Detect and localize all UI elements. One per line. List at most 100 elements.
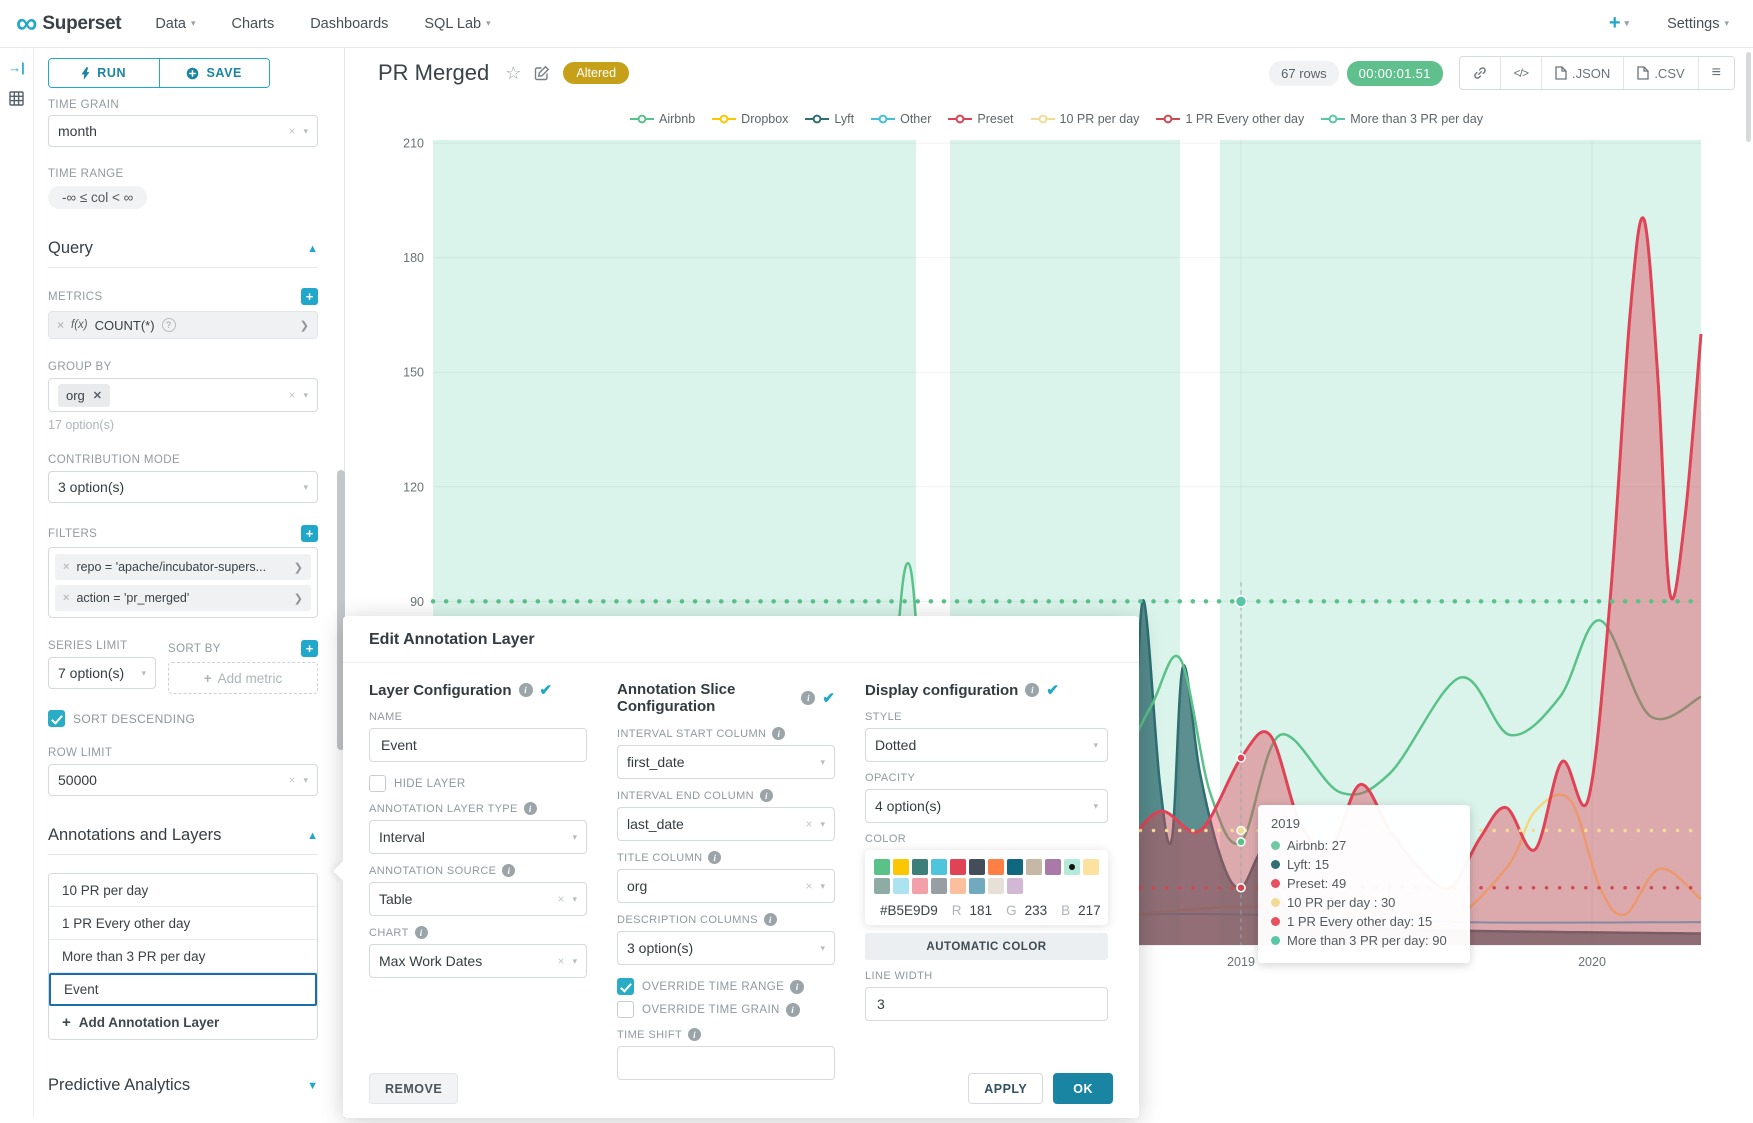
legend-item[interactable]: Preset bbox=[948, 112, 1013, 126]
annotation-layer-item[interactable]: More than 3 PR per day bbox=[49, 940, 317, 973]
hide-layer-checkbox[interactable] bbox=[369, 775, 386, 792]
chevron-right-icon[interactable]: ❯ bbox=[300, 319, 309, 332]
favorite-star-icon[interactable]: ☆ bbox=[505, 63, 521, 84]
annotation-source-select[interactable]: Table × ▾ bbox=[369, 882, 587, 916]
new-button[interactable]: + ▾ bbox=[1609, 12, 1629, 35]
legend-item[interactable]: Airbnb bbox=[630, 112, 695, 126]
override-time-range-checkbox[interactable] bbox=[617, 978, 634, 995]
export-json-button[interactable]: .JSON bbox=[1541, 57, 1623, 89]
filter-pill[interactable]: ×repo = 'apache/incubator-supers...❯ bbox=[55, 554, 311, 580]
chart-select[interactable]: Max Work Dates × ▾ bbox=[369, 944, 587, 978]
color-swatch[interactable] bbox=[874, 859, 890, 875]
clear-icon[interactable]: × bbox=[288, 124, 295, 138]
chevron-right-icon[interactable]: ❯ bbox=[294, 592, 303, 605]
legend-item[interactable]: More than 3 PR per day bbox=[1321, 112, 1483, 126]
style-select[interactable]: Dotted ▾ bbox=[865, 728, 1108, 762]
name-input[interactable] bbox=[369, 728, 587, 762]
chevron-right-icon[interactable]: ❯ bbox=[294, 561, 303, 574]
time-range-pill[interactable]: -∞ ≤ col < ∞ bbox=[48, 186, 147, 209]
clear-icon[interactable]: × bbox=[288, 773, 295, 787]
chevron-up-icon[interactable]: ▲ bbox=[307, 830, 318, 842]
color-swatch[interactable] bbox=[950, 859, 966, 875]
remove-tag-icon[interactable]: ✕ bbox=[93, 389, 102, 402]
chevron-up-icon[interactable]: ▲ bbox=[307, 243, 318, 255]
legend-item[interactable]: Lyft bbox=[805, 112, 854, 126]
override-time-grain-checkbox[interactable] bbox=[617, 1001, 634, 1018]
color-swatch[interactable] bbox=[1083, 859, 1099, 875]
color-swatch[interactable] bbox=[969, 859, 985, 875]
row-limit-select[interactable]: 50000 × ▾ bbox=[48, 764, 318, 796]
color-swatch[interactable] bbox=[969, 878, 985, 894]
color-swatch[interactable] bbox=[931, 859, 947, 875]
embed-code-button[interactable]: </> bbox=[1500, 57, 1541, 89]
ok-button[interactable]: OK bbox=[1053, 1073, 1113, 1104]
filter-pill[interactable]: ×action = 'pr_merged'❯ bbox=[55, 585, 311, 611]
run-button[interactable]: RUN bbox=[49, 59, 159, 87]
color-swatch[interactable] bbox=[988, 859, 1004, 875]
add-annotation-layer-button[interactable]: +Add Annotation Layer bbox=[49, 1006, 317, 1039]
legend-item[interactable]: Dropbox bbox=[712, 112, 788, 126]
color-swatch[interactable] bbox=[1064, 859, 1080, 875]
color-swatch[interactable] bbox=[988, 878, 1004, 894]
color-swatch[interactable] bbox=[874, 878, 890, 894]
legend-item[interactable]: Other bbox=[871, 112, 931, 126]
remove-icon[interactable]: × bbox=[57, 318, 64, 332]
remove-icon[interactable]: × bbox=[63, 561, 69, 573]
group-by-select[interactable]: org✕ × ▾ bbox=[48, 378, 318, 412]
interval-end-select[interactable]: last_date × ▾ bbox=[617, 807, 835, 841]
annotation-layer-type-select[interactable]: Interval ▾ bbox=[369, 820, 587, 854]
color-swatch[interactable] bbox=[1045, 859, 1061, 875]
title-column-select[interactable]: org × ▾ bbox=[617, 869, 835, 903]
nav-item-dashboards[interactable]: Dashboards bbox=[310, 16, 388, 32]
color-swatch[interactable] bbox=[912, 859, 928, 875]
color-swatch[interactable] bbox=[1007, 859, 1023, 875]
copy-link-button[interactable] bbox=[1460, 57, 1500, 89]
remove-button[interactable]: REMOVE bbox=[369, 1073, 458, 1104]
hex-value[interactable]: #B5E9D9 bbox=[880, 903, 938, 918]
clear-icon[interactable]: × bbox=[805, 817, 812, 831]
collapse-panel-icon[interactable]: →| bbox=[8, 60, 25, 75]
sort-descending-checkbox[interactable] bbox=[48, 710, 65, 727]
description-columns-select[interactable]: 3 option(s) ▾ bbox=[617, 931, 835, 965]
datasource-grid-icon[interactable] bbox=[9, 91, 24, 106]
edit-properties-icon[interactable] bbox=[534, 65, 550, 81]
more-options-button[interactable]: ≡ bbox=[1698, 57, 1734, 89]
save-button[interactable]: SAVE bbox=[159, 59, 270, 87]
color-swatch[interactable] bbox=[1007, 878, 1023, 894]
sort-by-add-metric[interactable]: +Add metric bbox=[168, 662, 318, 694]
remove-icon[interactable]: × bbox=[63, 592, 69, 604]
metric-pill[interactable]: × f(x) COUNT(*) ? ❯ bbox=[48, 311, 318, 339]
color-swatch[interactable] bbox=[893, 859, 909, 875]
contribution-mode-select[interactable]: 3 option(s) ▾ bbox=[48, 471, 318, 503]
annotation-layer-item[interactable]: 1 PR Every other day bbox=[49, 907, 317, 940]
series-limit-select[interactable]: 7 option(s) ▾ bbox=[48, 657, 156, 689]
clear-icon[interactable]: × bbox=[288, 388, 295, 402]
time-grain-select[interactable]: month × ▾ bbox=[48, 115, 318, 147]
color-swatch[interactable] bbox=[912, 878, 928, 894]
clear-icon[interactable]: × bbox=[805, 879, 812, 893]
superset-logo[interactable]: ∞ Superset bbox=[16, 9, 121, 39]
color-swatch[interactable] bbox=[893, 878, 909, 894]
color-swatch[interactable] bbox=[931, 878, 947, 894]
line-width-input[interactable] bbox=[865, 987, 1108, 1021]
annotation-layer-item[interactable]: Event bbox=[49, 973, 317, 1006]
chevron-down-icon[interactable]: ▼ bbox=[307, 1080, 318, 1092]
color-swatch[interactable] bbox=[1026, 859, 1042, 875]
window-scrollbar[interactable] bbox=[1746, 52, 1751, 142]
apply-button[interactable]: APPLY bbox=[968, 1073, 1043, 1104]
altered-badge[interactable]: Altered bbox=[563, 62, 629, 84]
nav-item-sql-lab[interactable]: SQL Lab▾ bbox=[424, 16, 490, 32]
export-csv-button[interactable]: .CSV bbox=[1623, 57, 1697, 89]
group-by-tag[interactable]: org✕ bbox=[58, 384, 110, 407]
g-value[interactable]: 233 bbox=[1025, 903, 1048, 918]
r-value[interactable]: 181 bbox=[970, 903, 993, 918]
b-value[interactable]: 217 bbox=[1078, 903, 1101, 918]
automatic-color-button[interactable]: AUTOMATIC COLOR bbox=[865, 933, 1108, 960]
annotation-layer-item[interactable]: 10 PR per day bbox=[49, 874, 317, 907]
legend-item[interactable]: 10 PR per day bbox=[1031, 112, 1140, 126]
settings-menu[interactable]: Settings ▾ bbox=[1667, 16, 1729, 32]
nav-item-data[interactable]: Data▾ bbox=[155, 16, 195, 32]
opacity-select[interactable]: 4 option(s) ▾ bbox=[865, 789, 1108, 823]
nav-item-charts[interactable]: Charts bbox=[231, 16, 274, 32]
add-sort-metric-button[interactable]: + bbox=[301, 640, 318, 657]
